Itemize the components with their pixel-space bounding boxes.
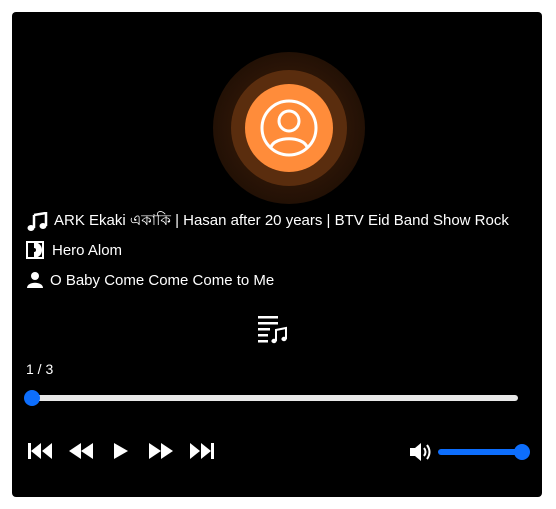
user-circle-icon xyxy=(260,99,318,157)
rewind-icon xyxy=(69,443,93,459)
playlist-position: 1 / 3 xyxy=(26,361,54,377)
playback-controls xyxy=(26,440,216,462)
next-track-button[interactable] xyxy=(188,440,216,462)
volume-slider[interactable] xyxy=(438,444,530,460)
track-title: ARK Ekaki একাকি | Hasan after 20 years |… xyxy=(54,212,509,229)
previous-track-button[interactable] xyxy=(26,440,54,462)
music-player: ARK Ekaki একাকি | Hasan after 20 years |… xyxy=(12,12,542,497)
fast-forward-icon xyxy=(149,443,173,459)
progress-thumb[interactable] xyxy=(24,390,40,406)
volume-control xyxy=(408,440,530,464)
playlist-icon xyxy=(258,316,287,344)
progress-bar[interactable] xyxy=(24,390,518,406)
rewind-button[interactable] xyxy=(67,440,95,462)
track-title-row: ARK Ekaki একাকি | Hasan after 20 years |… xyxy=(26,209,509,234)
playlist-button[interactable] xyxy=(255,312,289,346)
record-icon xyxy=(26,241,44,259)
volume-icon[interactable] xyxy=(408,440,434,464)
person-icon xyxy=(27,272,43,288)
artist-row: O Baby Come Come Come to Me xyxy=(26,271,274,289)
volume-thumb[interactable] xyxy=(514,444,530,460)
skip-back-icon xyxy=(28,443,52,459)
album-cover xyxy=(213,52,365,204)
skip-forward-icon xyxy=(190,443,214,459)
album-name: Hero Alom xyxy=(52,241,123,259)
music-note-icon xyxy=(27,211,48,231)
album-row: Hero Alom xyxy=(26,241,122,259)
play-button[interactable] xyxy=(108,440,134,462)
play-icon xyxy=(114,443,128,459)
artist-name: O Baby Come Come Come to Me xyxy=(50,271,275,289)
fast-forward-button[interactable] xyxy=(147,440,175,462)
